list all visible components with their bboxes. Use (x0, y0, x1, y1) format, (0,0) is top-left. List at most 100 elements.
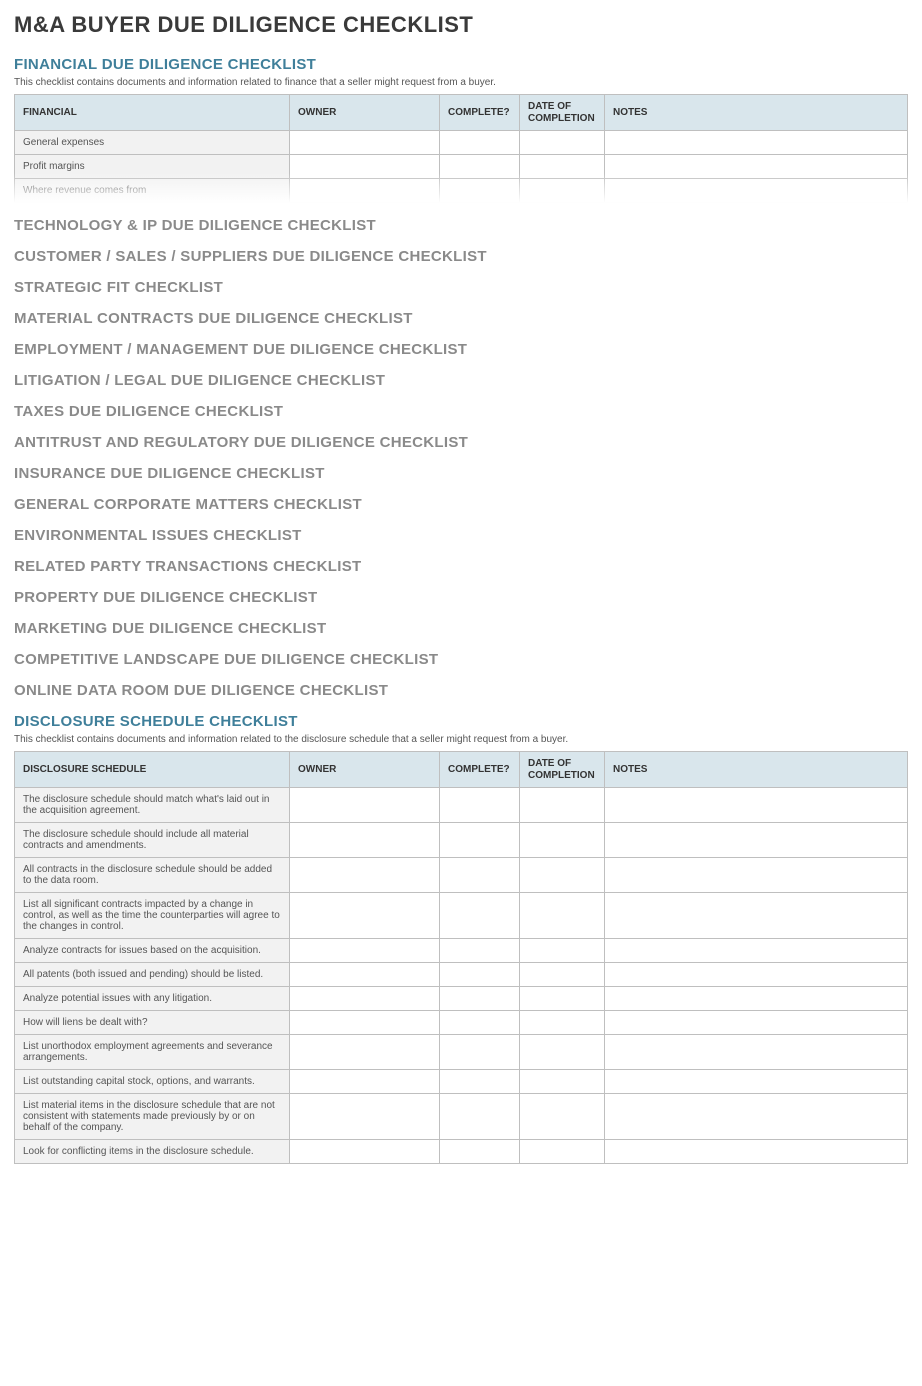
col-header-complete: COMPLETE? (440, 95, 520, 131)
item-cell: List material items in the disclosure sc… (15, 1094, 290, 1140)
notes-cell[interactable] (605, 1070, 908, 1094)
complete-cell[interactable] (440, 788, 520, 823)
item-cell: Analyze contracts for issues based on th… (15, 939, 290, 963)
date-cell[interactable] (520, 963, 605, 987)
table-row: Analyze potential issues with any litiga… (15, 987, 908, 1011)
date-cell[interactable] (520, 939, 605, 963)
complete-cell[interactable] (440, 1011, 520, 1035)
complete-cell[interactable] (440, 893, 520, 939)
col-header-item: DISCLOSURE SCHEDULE (15, 752, 290, 788)
notes-cell[interactable] (605, 1140, 908, 1164)
collapsed-section-heading[interactable]: TECHNOLOGY & IP DUE DILIGENCE CHECKLIST (14, 217, 908, 234)
collapsed-section-heading[interactable]: ONLINE DATA ROOM DUE DILIGENCE CHECKLIST (14, 682, 908, 699)
notes-cell[interactable] (605, 963, 908, 987)
notes-cell[interactable] (605, 987, 908, 1011)
collapsed-section-heading[interactable]: MATERIAL CONTRACTS DUE DILIGENCE CHECKLI… (14, 310, 908, 327)
complete-cell[interactable] (440, 1035, 520, 1070)
date-cell[interactable] (520, 1035, 605, 1070)
table-row: Profit margins (15, 155, 908, 179)
owner-cell[interactable] (290, 1011, 440, 1035)
collapsed-section-heading[interactable]: ANTITRUST AND REGULATORY DUE DILIGENCE C… (14, 434, 908, 451)
notes-cell[interactable] (605, 939, 908, 963)
date-cell[interactable] (520, 858, 605, 893)
owner-cell[interactable] (290, 1140, 440, 1164)
notes-cell[interactable] (605, 893, 908, 939)
collapsed-section-heading[interactable]: PROPERTY DUE DILIGENCE CHECKLIST (14, 589, 908, 606)
notes-cell[interactable] (605, 131, 908, 155)
complete-cell[interactable] (440, 179, 520, 203)
table-row: List outstanding capital stock, options,… (15, 1070, 908, 1094)
complete-cell[interactable] (440, 155, 520, 179)
item-cell: Profit margins (15, 155, 290, 179)
date-cell[interactable] (520, 893, 605, 939)
date-cell[interactable] (520, 788, 605, 823)
owner-cell[interactable] (290, 179, 440, 203)
owner-cell[interactable] (290, 155, 440, 179)
owner-cell[interactable] (290, 939, 440, 963)
complete-cell[interactable] (440, 823, 520, 858)
col-header-item: FINANCIAL (15, 95, 290, 131)
owner-cell[interactable] (290, 788, 440, 823)
page-title: M&A BUYER DUE DILIGENCE CHECKLIST (14, 12, 908, 38)
complete-cell[interactable] (440, 131, 520, 155)
collapsed-section-heading[interactable]: RELATED PARTY TRANSACTIONS CHECKLIST (14, 558, 908, 575)
collapsed-section-heading[interactable]: CUSTOMER / SALES / SUPPLIERS DUE DILIGEN… (14, 248, 908, 265)
notes-cell[interactable] (605, 858, 908, 893)
date-cell[interactable] (520, 1070, 605, 1094)
complete-cell[interactable] (440, 858, 520, 893)
item-cell: Analyze potential issues with any litiga… (15, 987, 290, 1011)
notes-cell[interactable] (605, 788, 908, 823)
notes-cell[interactable] (605, 155, 908, 179)
owner-cell[interactable] (290, 987, 440, 1011)
collapsed-section-heading[interactable]: COMPETITIVE LANDSCAPE DUE DILIGENCE CHEC… (14, 651, 908, 668)
date-cell[interactable] (520, 155, 605, 179)
collapsed-section-heading[interactable]: GENERAL CORPORATE MATTERS CHECKLIST (14, 496, 908, 513)
table-row: List unorthodox employment agreements an… (15, 1035, 908, 1070)
table-row: The disclosure schedule should include a… (15, 823, 908, 858)
owner-cell[interactable] (290, 858, 440, 893)
table-row: Where revenue comes from (15, 179, 908, 203)
col-header-notes: NOTES (605, 752, 908, 788)
owner-cell[interactable] (290, 1094, 440, 1140)
table-header-row: FINANCIAL OWNER COMPLETE? DATE OF COMPLE… (15, 95, 908, 131)
date-cell[interactable] (520, 1011, 605, 1035)
complete-cell[interactable] (440, 963, 520, 987)
complete-cell[interactable] (440, 939, 520, 963)
notes-cell[interactable] (605, 179, 908, 203)
date-cell[interactable] (520, 179, 605, 203)
owner-cell[interactable] (290, 823, 440, 858)
table-row: Analyze contracts for issues based on th… (15, 939, 908, 963)
owner-cell[interactable] (290, 963, 440, 987)
item-cell: The disclosure schedule should include a… (15, 823, 290, 858)
section-heading-disclosure: DISCLOSURE SCHEDULE CHECKLIST (14, 713, 908, 730)
owner-cell[interactable] (290, 1070, 440, 1094)
notes-cell[interactable] (605, 1094, 908, 1140)
date-cell[interactable] (520, 823, 605, 858)
date-cell[interactable] (520, 987, 605, 1011)
owner-cell[interactable] (290, 1035, 440, 1070)
date-cell[interactable] (520, 131, 605, 155)
collapsed-section-heading[interactable]: INSURANCE DUE DILIGENCE CHECKLIST (14, 465, 908, 482)
collapsed-section-heading[interactable]: ENVIRONMENTAL ISSUES CHECKLIST (14, 527, 908, 544)
date-cell[interactable] (520, 1140, 605, 1164)
collapsed-section-heading[interactable]: LITIGATION / LEGAL DUE DILIGENCE CHECKLI… (14, 372, 908, 389)
notes-cell[interactable] (605, 1011, 908, 1035)
date-cell[interactable] (520, 1094, 605, 1140)
item-cell: List all significant contracts impacted … (15, 893, 290, 939)
complete-cell[interactable] (440, 1140, 520, 1164)
table-row: Look for conflicting items in the disclo… (15, 1140, 908, 1164)
collapsed-section-heading[interactable]: MARKETING DUE DILIGENCE CHECKLIST (14, 620, 908, 637)
table-row: The disclosure schedule should match wha… (15, 788, 908, 823)
complete-cell[interactable] (440, 1094, 520, 1140)
complete-cell[interactable] (440, 987, 520, 1011)
notes-cell[interactable] (605, 1035, 908, 1070)
item-cell: How will liens be dealt with? (15, 1011, 290, 1035)
owner-cell[interactable] (290, 893, 440, 939)
complete-cell[interactable] (440, 1070, 520, 1094)
collapsed-section-heading[interactable]: EMPLOYMENT / MANAGEMENT DUE DILIGENCE CH… (14, 341, 908, 358)
notes-cell[interactable] (605, 823, 908, 858)
owner-cell[interactable] (290, 131, 440, 155)
collapsed-section-heading[interactable]: TAXES DUE DILIGENCE CHECKLIST (14, 403, 908, 420)
collapsed-section-heading[interactable]: STRATEGIC FIT CHECKLIST (14, 279, 908, 296)
table-row: List material items in the disclosure sc… (15, 1094, 908, 1140)
